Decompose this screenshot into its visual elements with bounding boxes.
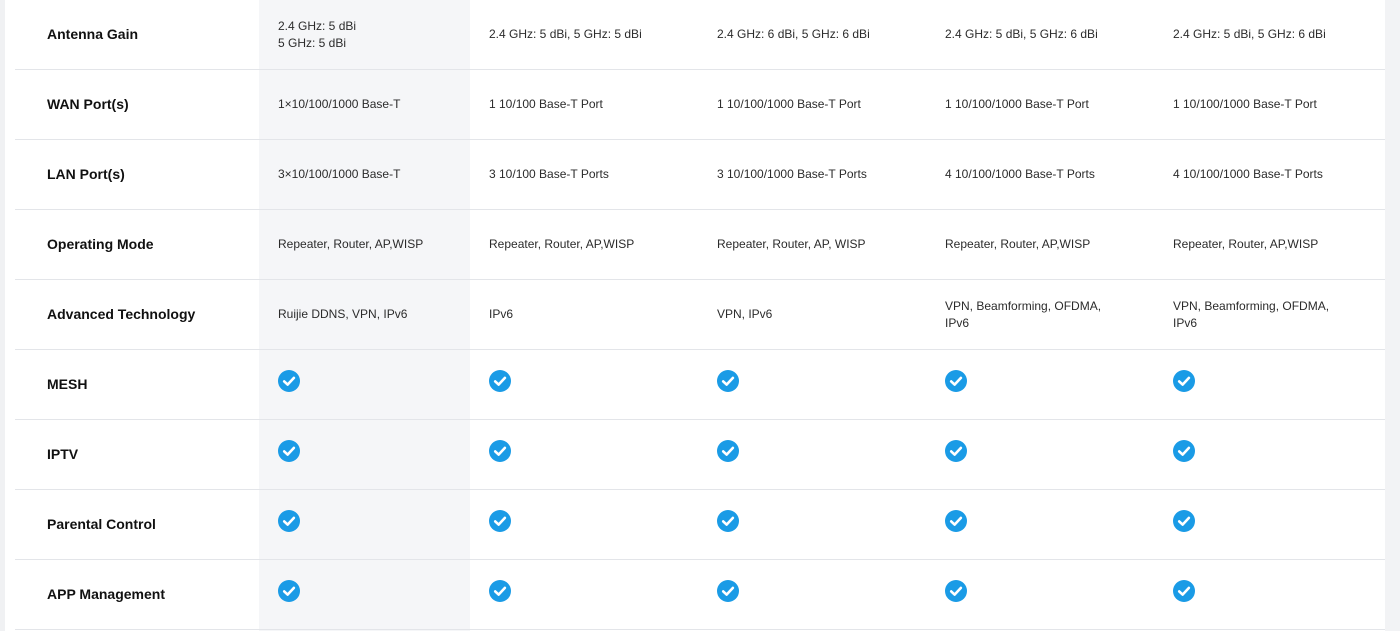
table-cell — [703, 489, 931, 560]
table-cell — [931, 419, 1159, 490]
table-row: Parental Control — [15, 489, 1385, 560]
table-cell: Repeater, Router, AP,WISP — [264, 209, 475, 280]
table-cell — [264, 559, 475, 630]
table-cell: VPN, Beamforming, OFDMA, IPv6 — [1159, 279, 1385, 350]
table-cell: 1 10/100/1000 Base-T Port — [703, 69, 931, 140]
table-cell — [264, 489, 475, 560]
table-cell — [475, 489, 703, 560]
row-label: LAN Port(s) — [15, 139, 264, 210]
check-circle-icon — [278, 580, 300, 603]
table-cell — [1159, 559, 1385, 630]
table-cell — [475, 419, 703, 490]
row-label: Advanced Technology — [15, 279, 264, 350]
table-cell: Repeater, Router, AP,WISP — [475, 209, 703, 280]
row-label: Operating Mode — [15, 209, 264, 280]
table-cell: 4 10/100/1000 Base-T Ports — [931, 139, 1159, 210]
table-cell — [931, 349, 1159, 420]
table-row: WAN Port(s) 1×10/100/1000 Base-T 1 10/100 … — [15, 69, 1385, 140]
table-cell — [475, 559, 703, 630]
table-cell — [264, 419, 475, 490]
check-circle-icon — [945, 370, 967, 393]
check-circle-icon — [945, 510, 967, 533]
row-label: Parental Control — [15, 489, 264, 560]
table-cell: Repeater, Router, AP,WISP — [1159, 209, 1385, 280]
table-row: Advanced Technology Ruijie DDNS, VPN, IPv… — [15, 279, 1385, 350]
row-label: IPTV — [15, 419, 264, 490]
row-label: Antenna Gain — [15, 0, 264, 70]
table-cell — [264, 349, 475, 420]
table-cell: 1 10/100 Base-T Port — [475, 69, 703, 140]
table-cell: 3 10/100/1000 Base-T Ports — [703, 139, 931, 210]
table-row: IPTV — [15, 419, 1385, 490]
table-row: LAN Port(s) 3×10/100/1000 Base-T 3 10/100 … — [15, 139, 1385, 210]
check-circle-icon — [1173, 580, 1195, 603]
check-circle-icon — [1173, 510, 1195, 533]
table-cell — [703, 419, 931, 490]
table-cell: VPN, IPv6 — [703, 279, 931, 350]
table-cell: 3×10/100/1000 Base-T — [264, 139, 475, 210]
check-circle-icon — [489, 370, 511, 393]
table-cell: VPN, Beamforming, OFDMA, IPv6 — [931, 279, 1159, 350]
check-circle-icon — [489, 510, 511, 533]
check-circle-icon — [945, 580, 967, 603]
row-label: MESH — [15, 349, 264, 420]
table-cell — [703, 559, 931, 630]
spec-table-body: Antenna Gain 2.4 GHz: 5 dBi 5 GHz: 5 dBi 2… — [15, 0, 1385, 630]
table-cell: Repeater, Router, AP, WISP — [703, 209, 931, 280]
table-row: MESH — [15, 349, 1385, 420]
table-cell — [1159, 419, 1385, 490]
check-circle-icon — [1173, 370, 1195, 393]
check-circle-icon — [278, 370, 300, 393]
table-cell: 2.4 GHz: 5 dBi, 5 GHz: 6 dBi — [1159, 0, 1385, 70]
table-cell — [931, 489, 1159, 560]
table-cell — [1159, 489, 1385, 560]
table-cell: 1 10/100/1000 Base-T Port — [931, 69, 1159, 140]
table-cell: 2.4 GHz: 5 dBi, 5 GHz: 6 dBi — [931, 0, 1159, 70]
check-circle-icon — [489, 440, 511, 463]
table-cell: 3 10/100 Base-T Ports — [475, 139, 703, 210]
table-cell: 1 10/100/1000 Base-T Port — [1159, 69, 1385, 140]
table-cell: 4 10/100/1000 Base-T Ports — [1159, 139, 1385, 210]
table-cell: 2.4 GHz: 6 dBi, 5 GHz: 6 dBi — [703, 0, 931, 70]
table-cell: 2.4 GHz: 5 dBi, 5 GHz: 5 dBi — [475, 0, 703, 70]
check-circle-icon — [278, 440, 300, 463]
table-cell: Repeater, Router, AP,WISP — [931, 209, 1159, 280]
table-row: Antenna Gain 2.4 GHz: 5 dBi 5 GHz: 5 dBi 2… — [15, 0, 1385, 70]
table-cell — [931, 559, 1159, 630]
check-circle-icon — [717, 580, 739, 603]
check-circle-icon — [489, 580, 511, 603]
table-cell: 2.4 GHz: 5 dBi 5 GHz: 5 dBi — [264, 0, 475, 70]
spec-comparison-panel: Antenna Gain 2.4 GHz: 5 dBi 5 GHz: 5 dBi 2… — [5, 0, 1385, 631]
table-cell: IPv6 — [475, 279, 703, 350]
table-cell — [703, 349, 931, 420]
row-label: WAN Port(s) — [15, 69, 264, 140]
table-cell: Ruijie DDNS, VPN, IPv6 — [264, 279, 475, 350]
check-circle-icon — [945, 440, 967, 463]
check-circle-icon — [717, 440, 739, 463]
check-circle-icon — [717, 510, 739, 533]
check-circle-icon — [1173, 440, 1195, 463]
spec-comparison-table: Antenna Gain 2.4 GHz: 5 dBi 5 GHz: 5 dBi 2… — [15, 0, 1385, 630]
table-row: Operating Mode Repeater, Router, AP,WISP R… — [15, 209, 1385, 280]
check-circle-icon — [717, 370, 739, 393]
check-circle-icon — [278, 510, 300, 533]
row-label: APP Management — [15, 559, 264, 630]
table-cell — [1159, 349, 1385, 420]
table-row: APP Management — [15, 559, 1385, 630]
table-cell — [475, 349, 703, 420]
table-cell: 1×10/100/1000 Base-T — [264, 69, 475, 140]
